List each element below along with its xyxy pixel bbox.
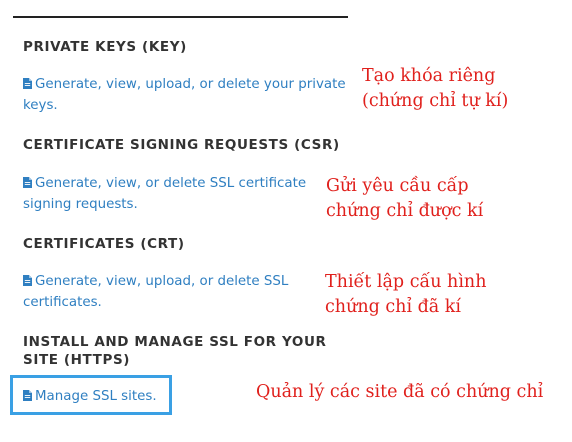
private-keys-annotation-line1: Tạo khóa riêng [362,66,496,86]
private-keys-link-text-cont[interactable]: keys. [23,98,58,113]
certificates-link-text-cont[interactable]: certificates. [23,295,102,310]
certificates-link-text[interactable]: Generate, view, upload, or delete SSL [35,274,288,289]
install-ssl-annotation: Quản lý các site đã có chứng chỉ [256,380,543,405]
certificates-annotation-line2: chứng chỉ đã kí [325,297,462,317]
install-ssl-heading-line1: INSTALL AND MANAGE SSL FOR YOUR [23,334,327,350]
install-ssl-heading: INSTALL AND MANAGE SSL FOR YOUR SITE (HT… [23,333,327,369]
certificates-annotation: Thiết lập cấu hình chứng chỉ đã kí [325,270,486,320]
csr-heading: CERTIFICATE SIGNING REQUESTS (CSR) [23,137,340,153]
private-keys-link[interactable]: Generate, view, upload, or delete your p… [23,75,346,116]
certificates-annotation-line1: Thiết lập cấu hình [325,272,487,292]
private-keys-annotation-line2: (chứng chỉ tự kí) [362,91,509,111]
install-ssl-annotation-line1: Quản lý các site đã có chứng chỉ [256,382,544,402]
csr-annotation: Gửi yêu cầu cấp chứng chỉ được kí [326,174,483,224]
csr-link-text-cont[interactable]: signing requests. [23,197,138,212]
csr-annotation-line2: chứng chỉ được kí [326,201,484,221]
section-divider [13,16,348,18]
private-keys-heading: PRIVATE KEYS (KEY) [23,39,187,55]
certificates-link[interactable]: Generate, view, upload, or delete SSL ce… [23,272,288,313]
document-icon [23,78,32,89]
certificates-heading: CERTIFICATES (CRT) [23,236,185,252]
document-icon [23,390,32,401]
csr-link[interactable]: Generate, view, or delete SSL certificat… [23,174,306,215]
install-ssl-heading-line2: SITE (HTTPS) [23,352,131,368]
private-keys-annotation: Tạo khóa riêng (chứng chỉ tự kí) [362,64,508,114]
document-icon [23,275,32,286]
csr-annotation-line1: Gửi yêu cầu cấp [326,176,469,196]
manage-ssl-sites-link-text[interactable]: Manage SSL sites. [35,389,157,404]
manage-ssl-sites-link[interactable]: Manage SSL sites. [23,387,157,408]
private-keys-link-text[interactable]: Generate, view, upload, or delete your p… [35,77,346,92]
document-icon [23,177,32,188]
csr-link-text[interactable]: Generate, view, or delete SSL certificat… [35,176,306,191]
